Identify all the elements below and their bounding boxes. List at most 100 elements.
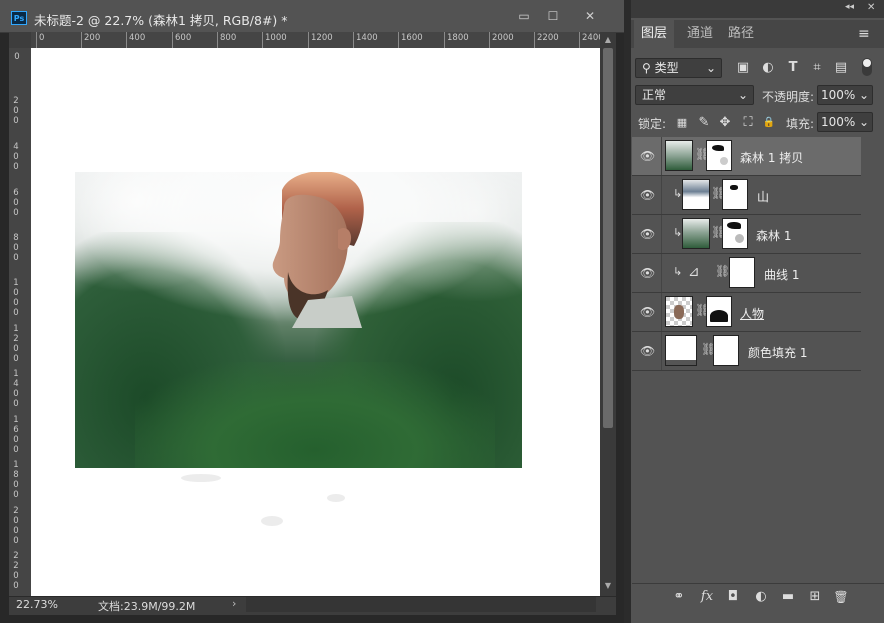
layer-thumbnail[interactable] (682, 179, 710, 210)
layer-thumbnail[interactable] (682, 218, 710, 249)
layer-name[interactable]: 森林 1 拷贝 (740, 149, 803, 166)
document-info[interactable]: 文档:23.9M/99.2M (98, 598, 195, 614)
tab-channels[interactable]: 通道 (680, 20, 720, 48)
ruler-h-label: 800 (217, 32, 236, 48)
lock-all-icon[interactable]: 🔒 (761, 114, 777, 132)
eye-icon[interactable]: 👁 (640, 149, 655, 163)
minimize-button[interactable]: ▭ (513, 7, 535, 25)
blend-mode-value: 正常 (642, 88, 667, 102)
eye-icon[interactable]: 👁 (640, 227, 655, 241)
layer-mask-thumbnail[interactable] (722, 179, 748, 210)
vertical-ruler[interactable]: 0 200 400 600 800 1000 1200 1400 1600 18… (9, 48, 32, 596)
layer-row-forest-copy[interactable]: 👁 ⛓ 森林 1 拷贝 (632, 137, 861, 176)
close-button[interactable]: ✕ (579, 7, 601, 25)
layer-row-mountain[interactable]: 👁 ↳ ⛓ 山 (632, 176, 861, 215)
horizontal-ruler[interactable]: 0 200 400 600 800 1000 1200 1400 1600 18… (31, 32, 600, 49)
add-mask-icon[interactable]: ◘ (723, 588, 743, 606)
divider (661, 332, 662, 370)
close-panel-icon[interactable]: ✕ (867, 2, 875, 13)
panel-menu-icon[interactable]: ≡ (858, 26, 870, 42)
layer-thumbnail[interactable] (665, 296, 693, 327)
divider (661, 293, 662, 331)
divider (661, 176, 662, 214)
smart-object-filter-icon[interactable]: ▤ (832, 59, 850, 77)
ruler-v-label: 0 (14, 52, 20, 62)
eye-icon[interactable]: 👁 (640, 188, 655, 202)
ruler-h-label: 600 (172, 32, 191, 48)
layer-name[interactable]: 森林 1 (756, 227, 791, 244)
smudge (181, 474, 221, 482)
ruler-origin[interactable] (9, 32, 31, 48)
new-group-icon[interactable]: ▬ (778, 588, 798, 606)
chevron-down-icon: ⌄ (858, 115, 869, 129)
layer-row-curves[interactable]: 👁 ↳ ⊿ ⛓ 曲线 1 (632, 254, 861, 293)
delete-layer-icon[interactable]: 🗑 (831, 588, 851, 606)
ruler-v-label: 1600 (13, 415, 19, 455)
canvas[interactable] (31, 48, 600, 596)
smudge (261, 516, 283, 526)
adjustment-layer-icon[interactable]: ◐ (751, 588, 771, 606)
fx-icon[interactable]: fx (697, 588, 717, 606)
lock-position-icon[interactable]: ✥ (717, 114, 733, 132)
filter-toggle[interactable] (862, 58, 872, 76)
layer-name[interactable]: 颜色填充 1 (748, 344, 807, 361)
layer-row-forest[interactable]: 👁 ↳ ⛓ 森林 1 (632, 215, 861, 254)
layer-row-person[interactable]: 👁 ⛓ 人物 (632, 293, 861, 332)
opacity-input[interactable]: 100% ⌄ (817, 85, 873, 105)
layer-row-color-fill[interactable]: 👁 ⛓ 颜色填充 1 (632, 332, 861, 371)
clipping-mask-icon: ↳ (673, 226, 683, 239)
tab-paths[interactable]: 路径 (721, 20, 761, 48)
layer-mask-thumbnail[interactable] (706, 296, 732, 327)
scroll-down-icon[interactable]: ▼ (600, 580, 616, 592)
tab-layers[interactable]: 图层 (634, 20, 674, 48)
eye-icon[interactable]: 👁 (640, 305, 655, 319)
collapse-panel-icon[interactable]: ◂◂ (845, 2, 854, 12)
restore-button[interactable]: ☐ (542, 7, 564, 25)
ruler-h-label: 1400 (353, 32, 378, 48)
layer-thumbnail[interactable] (665, 140, 693, 171)
shape-filter-icon[interactable]: ⌗ (808, 59, 826, 77)
adjustment-filter-icon[interactable]: ◐ (759, 59, 777, 77)
ruler-h-label: 2400 (579, 32, 600, 48)
eye-icon[interactable]: 👁 (640, 266, 655, 280)
ruler-v-label: 600 (13, 188, 19, 218)
pixel-filter-icon[interactable]: ▣ (734, 59, 752, 77)
mask-shape (710, 310, 728, 322)
curves-adjustment-icon[interactable]: ⊿ (688, 264, 700, 280)
horizontal-scrollbar[interactable] (246, 597, 596, 612)
photoshop-logo-icon: Ps (11, 11, 27, 25)
eye-icon[interactable]: 👁 (640, 344, 655, 358)
lock-artboard-icon[interactable]: ⛶ (740, 114, 756, 132)
layers-list-scroll-area[interactable] (862, 137, 884, 583)
zoom-level[interactable]: 22.73% (16, 598, 58, 611)
link-layers-icon[interactable]: ⚭ (669, 588, 689, 606)
new-layer-icon[interactable]: ⊞ (805, 588, 825, 606)
lock-transparency-icon[interactable]: ▦ (674, 114, 690, 132)
status-menu-arrow-icon[interactable]: › (232, 597, 236, 610)
type-filter-icon[interactable]: T (784, 59, 802, 77)
ruler-v-label: 800 (13, 233, 19, 263)
link-icon[interactable]: ⛓ (715, 264, 730, 278)
layer-thumbnail[interactable] (665, 335, 697, 366)
ruler-h-label: 1600 (398, 32, 423, 48)
toggle-knob (863, 59, 871, 67)
layer-filter-dropdown[interactable]: ⚲ 类型 ⌄ (635, 58, 722, 78)
blend-mode-dropdown[interactable]: 正常 ⌄ (635, 85, 754, 105)
layer-mask-thumbnail[interactable] (722, 218, 748, 249)
ruler-v-label: 1800 (13, 460, 19, 500)
layer-name[interactable]: 曲线 1 (764, 266, 799, 283)
vertical-scroll-thumb[interactable] (603, 48, 613, 428)
lock-pixels-icon[interactable]: ✎ (696, 114, 712, 132)
layer-mask-thumbnail[interactable] (713, 335, 739, 366)
search-icon: ⚲ (642, 61, 651, 75)
layer-name[interactable]: 人物 (740, 305, 764, 322)
fill-input[interactable]: 100% ⌄ (817, 112, 873, 132)
layer-mask-thumbnail[interactable] (706, 140, 732, 171)
scroll-up-icon[interactable]: ▲ (600, 34, 616, 46)
divider (661, 215, 662, 253)
layer-name[interactable]: 山 (757, 188, 769, 205)
opacity-label: 不透明度: (762, 90, 815, 104)
smudge (327, 494, 345, 502)
ruler-v-label: 1400 (13, 369, 19, 409)
layer-mask-thumbnail[interactable] (729, 257, 755, 288)
